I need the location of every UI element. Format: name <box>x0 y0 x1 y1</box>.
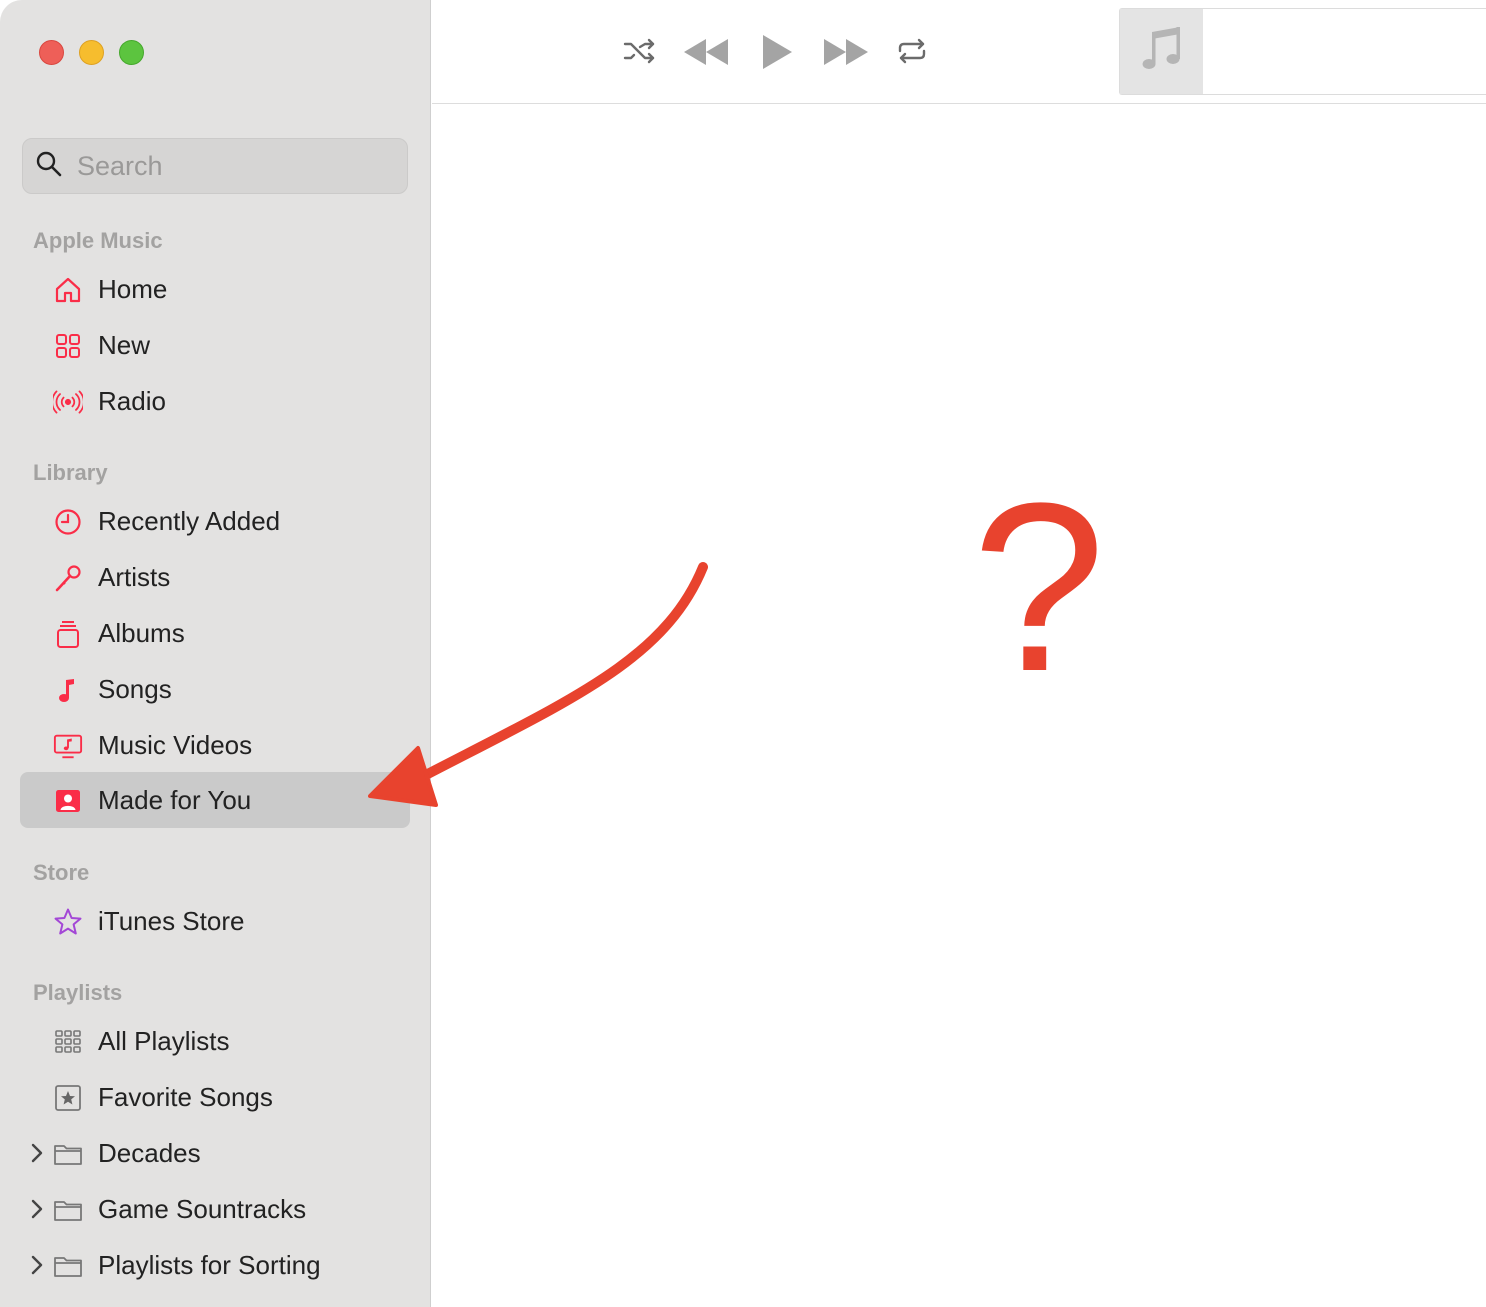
sidebar-item-label: Home <box>98 273 168 304</box>
star-square-icon <box>53 1083 83 1113</box>
sidebar-item-label: All Playlists <box>98 1025 230 1056</box>
zoom-window-button[interactable] <box>119 40 144 65</box>
sidebar-item-home[interactable]: Home <box>20 261 410 317</box>
sidebar-folder-decades[interactable]: Decades <box>20 1125 410 1181</box>
radio-broadcast-icon <box>53 387 83 417</box>
play-icon[interactable] <box>759 32 795 72</box>
sidebar-item-label: iTunes Store <box>98 905 245 936</box>
grid-dots-icon <box>53 1027 83 1057</box>
microphone-icon <box>53 563 83 593</box>
fast-forward-icon[interactable] <box>820 36 870 68</box>
sidebar-item-label: Music Videos <box>98 729 253 760</box>
rewind-icon[interactable] <box>682 36 732 68</box>
sidebar-item-label: Radio <box>98 385 166 416</box>
sidebar-item-label: Playlists for Sorting <box>98 1249 321 1280</box>
sidebar-item-label: Decades <box>98 1137 201 1168</box>
album-artwork <box>1120 9 1203 94</box>
sidebar-item-label: Albums <box>98 617 185 648</box>
sidebar-item-favorite-songs[interactable]: Favorite Songs <box>20 1069 410 1125</box>
chevron-right-icon[interactable] <box>28 1197 46 1221</box>
section-label-library: Library <box>33 460 108 485</box>
sidebar-item-recently-added[interactable]: Recently Added <box>20 493 410 549</box>
question-mark-annotation: ? <box>972 453 1106 721</box>
sidebar-item-radio[interactable]: Radio <box>20 373 410 429</box>
album-stack-icon <box>53 619 83 649</box>
sidebar-item-label: Favorite Songs <box>98 1081 273 1112</box>
folder-icon <box>53 1251 83 1281</box>
toolbar <box>432 0 1486 104</box>
grid-icon <box>53 331 83 361</box>
sidebar-item-label: Artists <box>98 561 171 592</box>
sidebar-item-all-playlists[interactable]: All Playlists <box>20 1013 410 1069</box>
chevron-right-icon[interactable] <box>28 1141 46 1165</box>
sidebar-item-music-videos[interactable]: Music Videos <box>20 717 410 773</box>
sidebar-item-label: Songs <box>98 673 172 704</box>
home-icon <box>53 275 83 305</box>
window-controls <box>39 40 144 65</box>
close-window-button[interactable] <box>39 40 64 65</box>
sidebar-folder-playlists-for-sorting[interactable]: Playlists for Sorting <box>20 1237 410 1293</box>
section-label-store: Store <box>33 860 90 885</box>
section-label-apple-music: Apple Music <box>33 228 163 253</box>
person-square-icon <box>53 786 83 816</box>
sidebar-item-songs[interactable]: Songs <box>20 661 410 717</box>
search-icon <box>35 150 63 183</box>
music-note-icon <box>1140 24 1184 79</box>
sidebar-item-itunes-store[interactable]: iTunes Store <box>20 893 410 949</box>
music-note-icon <box>53 675 83 705</box>
shuffle-icon[interactable] <box>622 36 658 66</box>
music-video-icon <box>53 731 83 761</box>
section-label-playlists: Playlists <box>33 980 123 1005</box>
sidebar-item-artists[interactable]: Artists <box>20 549 410 605</box>
folder-icon <box>53 1139 83 1169</box>
clock-icon <box>53 507 83 537</box>
repeat-icon[interactable] <box>896 36 928 66</box>
chevron-right-icon[interactable] <box>28 1253 46 1277</box>
main-content: ? <box>432 105 1486 1307</box>
sidebar: Apple Music Home New Radio Library Recen… <box>0 0 431 1307</box>
sidebar-item-label: New <box>98 329 151 360</box>
sidebar-folder-game-sountracks[interactable]: Game Sountracks <box>20 1181 410 1237</box>
sidebar-item-label: Game Sountracks <box>98 1193 307 1224</box>
sidebar-item-label: Made for You <box>98 784 252 815</box>
search-field[interactable] <box>22 138 408 194</box>
sidebar-item-new[interactable]: New <box>20 317 410 373</box>
now-playing-display[interactable] <box>1119 8 1486 95</box>
folder-icon <box>53 1195 83 1225</box>
search-input[interactable] <box>77 150 377 182</box>
sidebar-item-made-for-you[interactable]: Made for You <box>20 772 410 828</box>
minimize-window-button[interactable] <box>79 40 104 65</box>
sidebar-item-label: Recently Added <box>98 505 281 536</box>
star-icon <box>53 907 83 937</box>
sidebar-item-albums[interactable]: Albums <box>20 605 410 661</box>
